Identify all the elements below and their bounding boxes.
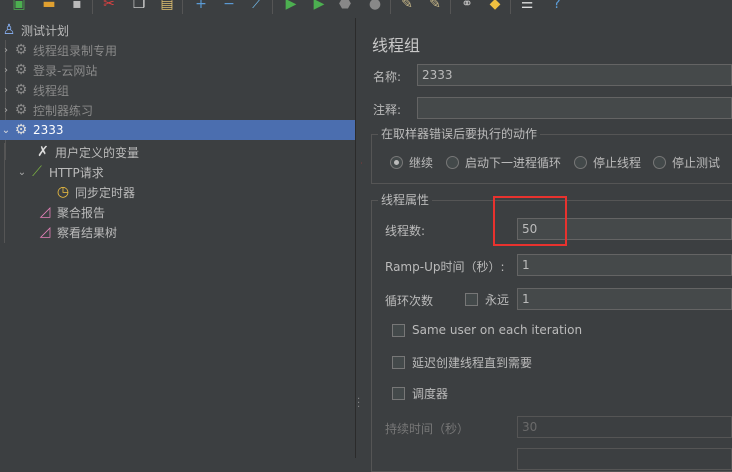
tree-node-results-tree[interactable]: ◿ 察看结果树 [0,222,355,242]
toolbar-separator [510,0,511,14]
test-plan-icon: ♙ [2,22,16,38]
error-action-legend: 在取样器错误后要执行的动作 [378,125,541,142]
loop-count-label: 循环次数 [385,294,434,308]
duration-field[interactable]: 30 [517,416,732,438]
tree-node-user-variables[interactable]: ✗ 用户定义的变量 [0,142,355,162]
gear-icon: ⚙ [14,102,28,118]
expand-arrow-icon[interactable]: › [0,65,12,76]
tree-node-test-plan[interactable]: ♙ 测试计划 [0,20,355,40]
collapse-arrow-icon[interactable]: ⌄ [16,167,28,178]
panel-splitter[interactable] [355,18,362,458]
start-no-pause-icon[interactable]: ▶ [310,0,328,12]
radio-continue[interactable]: 继续 [390,154,433,171]
stop-icon[interactable]: ⬣ [336,0,354,12]
radio-start-next-loop[interactable]: 启动下一进程循环 [446,154,561,171]
wrench-icon: ✗ [37,144,49,160]
comment-field[interactable] [417,97,732,119]
paste-icon[interactable]: ▤ [158,0,176,12]
gear-icon: ⚙ [14,122,28,138]
same-user-checkbox[interactable]: Same user on each iteration [392,323,582,337]
tree-node-thread-group[interactable]: › ⚙ 线程组录制专用 [0,40,355,60]
open-icon[interactable]: ▣ [10,0,28,12]
pipette-icon: ⟋ [32,164,42,180]
collapse-icon[interactable]: − [220,0,238,12]
radio-button-icon[interactable] [574,156,587,169]
save-icon[interactable]: ▪ [68,0,86,12]
chart-icon: ◿ [39,204,51,220]
toolbar-separator [450,0,451,14]
toolbar-separator [182,0,183,14]
clear-icon[interactable]: ✎ [398,0,416,12]
checkbox-icon[interactable] [392,323,405,337]
threads-highlight-box [493,196,567,246]
panel-title: 线程组 [372,36,421,55]
loop-count-field[interactable]: 1 [517,288,732,310]
name-field[interactable]: 2333 [417,64,732,86]
radio-stop-test[interactable]: 停止测试 [653,154,720,171]
toolbar-separator [272,0,273,14]
test-plan-tree: ♙ 测试计划 › ⚙ 线程组录制专用 › ⚙ 登录-云网站 › ⚙ 线程组 › … [0,18,355,458]
expand-arrow-icon[interactable]: › [0,85,12,96]
gear-icon: ⚙ [14,82,28,98]
tree-node-thread-group[interactable]: › ⚙ 登录-云网站 [0,60,355,80]
tree-node-thread-group-selected[interactable]: ⌄ ⚙ 2333 [0,120,355,140]
reset-search-icon[interactable]: ◆ [486,0,504,12]
tree-node-thread-group[interactable]: › ⚙ 控制器练习 [0,100,355,120]
tree-node-http-request[interactable]: ⌄ ⟋ HTTP请求 [0,162,355,182]
checkbox-icon[interactable] [392,387,405,400]
gear-icon: ⚙ [14,62,28,78]
rampup-label: Ramp-Up时间（秒）: [385,260,505,274]
cut-icon[interactable]: ✂ [100,0,118,12]
toolbar-separator [92,0,93,14]
tree-node-thread-group[interactable]: › ⚙ 线程组 [0,80,355,100]
expand-arrow-icon[interactable]: › [0,105,12,116]
radio-button-icon[interactable] [446,156,459,169]
checkbox-icon[interactable] [392,356,405,369]
rampup-field[interactable]: 1 [517,254,732,276]
folder-icon[interactable]: ▬ [40,0,58,12]
expand-icon[interactable]: + [192,0,210,12]
shutdown-icon[interactable]: ● [366,0,384,12]
forever-checkbox[interactable]: 永远 [465,291,509,308]
chart-icon: ◿ [39,224,51,240]
gear-icon: ⚙ [14,42,28,58]
collapse-arrow-icon[interactable]: ⌄ [0,125,12,136]
name-label: 名称: [373,70,402,84]
scheduler-checkbox[interactable]: 调度器 [392,385,448,402]
radio-stop-thread[interactable]: 停止线程 [574,154,641,171]
toolbar: ▣ ▬ ▪ ✂ ❐ ▤ + − ⟋ ▶ ▶ ⬣ ● ✎ ✎ ⚭ ◆ ☰ ? [0,0,732,18]
tree-node-aggregate-report[interactable]: ◿ 聚合报告 [0,202,355,222]
threads-label: 线程数: [385,224,426,238]
expand-arrow-icon[interactable]: › [0,45,12,56]
thread-properties-legend: 线程属性 [378,191,433,208]
checkbox-icon[interactable] [465,293,478,306]
toggle-icon[interactable]: ⟋ [248,0,266,12]
tree-node-sync-timer[interactable]: ◷ 同步定时器 [0,182,355,202]
duration-label: 持续时间（秒） [385,422,470,436]
help-icon[interactable]: ? [548,0,566,12]
clear-all-icon[interactable]: ✎ [426,0,444,12]
comment-label: 注释: [373,103,402,117]
timer-icon: ◷ [56,184,70,200]
delay-thread-creation-checkbox[interactable]: 延迟创建线程直到需要 [392,354,532,371]
function-helper-icon[interactable]: ☰ [518,0,536,12]
radio-button-icon[interactable] [390,156,403,169]
copy-icon[interactable]: ❐ [130,0,148,12]
start-icon[interactable]: ▶ [282,0,300,12]
startup-delay-field[interactable] [517,448,732,470]
toolbar-separator [390,0,391,14]
radio-button-icon[interactable] [653,156,666,169]
splitter-grip-icon[interactable]: · · · [357,395,360,413]
search-icon[interactable]: ⚭ [458,0,476,12]
